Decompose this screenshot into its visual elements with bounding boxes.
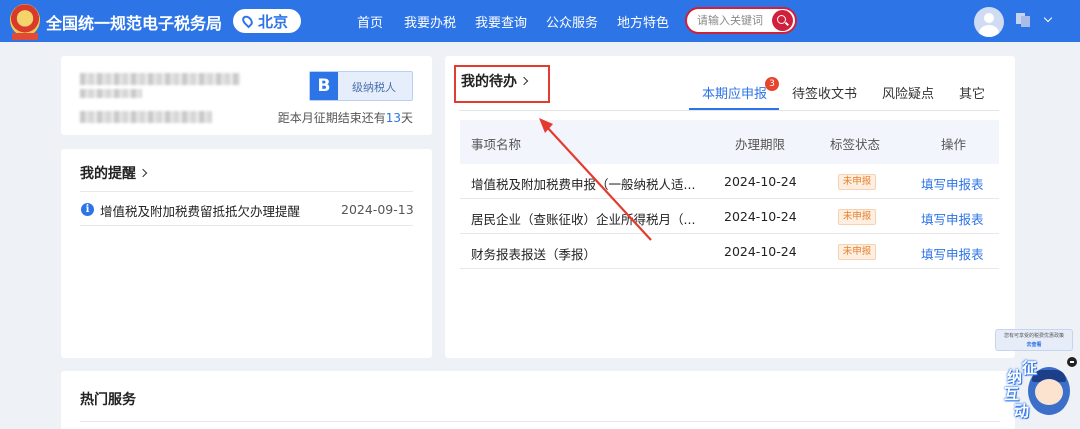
reminders-card: 我的提醒 i 增值税及附加税费留抵抵欠办理提醒 2024-09-13 [61,149,432,358]
taxpayer-grade-badge: B 级纳税人 [309,71,413,101]
switch-account-icon[interactable] [1016,13,1030,27]
divider [80,421,1000,422]
col-action: 操作 [941,137,967,152]
hot-services-title: 热门服务 [80,392,136,408]
blurred-company-name-2 [80,89,142,98]
search-icon[interactable] [772,10,793,31]
search-box [685,7,797,34]
table-row: 增值税及附加税费申报（一般纳税人适... 2024-10-24 未申报 填写申报… [460,164,999,199]
assistant-widget[interactable]: 征 纳 互 动 [1002,359,1070,422]
nav-home[interactable]: 首页 [357,12,383,31]
reminders-title: 我的提醒 [80,166,136,182]
col-item-name: 事项名称 [471,137,522,152]
top-header: 全国统一规范电子税务局 北京 首页 我要办税 我要查询 公众服务 地方特色 [0,0,1080,42]
site-title[interactable]: 全国统一规范电子税务局 [46,10,222,34]
tab-risk-issues[interactable]: 风险疑点 [882,83,934,102]
tab-current-declare[interactable]: 本期应申报 [702,83,767,102]
status-badge: 未申报 [838,174,876,190]
fill-declaration-link[interactable]: 填写申报表 [921,209,984,228]
status-badge: 未申报 [838,209,876,225]
divider [80,225,413,226]
nav-local-feature[interactable]: 地方特色 [617,12,669,31]
table-row: 财务报表报送（季报） 2024-10-24 未申报 填写申报表 [460,234,999,269]
active-tab-indicator [689,108,779,110]
row-deadline: 2024-10-24 [724,209,797,224]
deadline-suffix: 天 [400,111,413,125]
assistant-tip[interactable]: 您有可享受的税费优惠政策 去查看 [995,329,1073,351]
tab-count-badge: 3 [765,77,779,91]
blurred-company-name [80,73,240,85]
location-pin-icon [240,13,255,29]
deadline-countdown: 距本月征期结束还有13天 [278,109,413,126]
deadline-days: 13 [385,111,401,125]
divider [80,191,413,192]
mascot-face [1035,379,1063,405]
tax-emblem-icon [10,4,40,36]
row-item-name: 居民企业（查账征收）企业所得税月（... [471,212,696,227]
chevron-down-icon[interactable] [1043,13,1053,23]
grade-letter: B [310,72,338,100]
assistant-tip-text: 您有可享受的税费优惠政策 [1003,333,1064,339]
reminder-date: 2024-09-13 [341,202,414,217]
assistant-tip-link[interactable]: 去查看 [1026,342,1041,348]
row-item-name: 财务报表报送（季报） [471,247,597,262]
nav-handle-tax[interactable]: 我要办税 [404,12,456,31]
user-avatar-icon[interactable] [974,7,1004,37]
deadline-prefix: 距本月征期结束还有 [277,111,386,125]
tabs-divider [459,110,999,111]
reminder-item[interactable]: 增值税及附加税费留抵抵欠办理提醒 [100,201,300,220]
tab-other[interactable]: 其它 [959,83,985,102]
city-name: 北京 [258,12,289,31]
city-selector[interactable]: 北京 [233,9,301,33]
col-status: 标签状态 [830,137,881,152]
info-icon: i [81,203,94,216]
nav-query[interactable]: 我要查询 [475,12,527,31]
search-input[interactable] [697,14,771,27]
hot-services-card: 热门服务 [61,371,1015,429]
reminders-title-link[interactable]: 我的提醒 [80,163,148,183]
todo-card: 我的待办 本期应申报 3 待签收文书 风险疑点 其它 事项名称 办理期限 标签状… [445,56,1015,358]
taxpayer-card: B 级纳税人 距本月征期结束还有13天 [61,56,432,135]
fill-declaration-link[interactable]: 填写申报表 [921,174,984,193]
emblem-ribbon [12,33,38,40]
status-badge: 未申报 [838,244,876,260]
nav-public-service[interactable]: 公众服务 [546,12,598,31]
row-deadline: 2024-10-24 [724,174,797,189]
row-deadline: 2024-10-24 [724,244,797,259]
grade-label: 级纳税人 [352,81,396,94]
annotation-highlight-box [454,65,550,103]
table-row: 居民企业（查账征收）企业所得税月（... 2024-10-24 未申报 填写申报… [460,199,999,234]
assistant-char: 动 [1014,402,1030,420]
table-header: 事项名称 办理期限 标签状态 操作 [460,120,999,164]
col-deadline: 办理期限 [735,137,786,152]
tab-pending-documents[interactable]: 待签收文书 [792,83,857,102]
fill-declaration-link[interactable]: 填写申报表 [921,244,984,263]
assistant-char: 征 [1022,359,1038,377]
row-item-name: 增值税及附加税费申报（一般纳税人适... [471,177,696,192]
chevron-right-icon [138,168,148,178]
blurred-tax-id [80,111,212,123]
